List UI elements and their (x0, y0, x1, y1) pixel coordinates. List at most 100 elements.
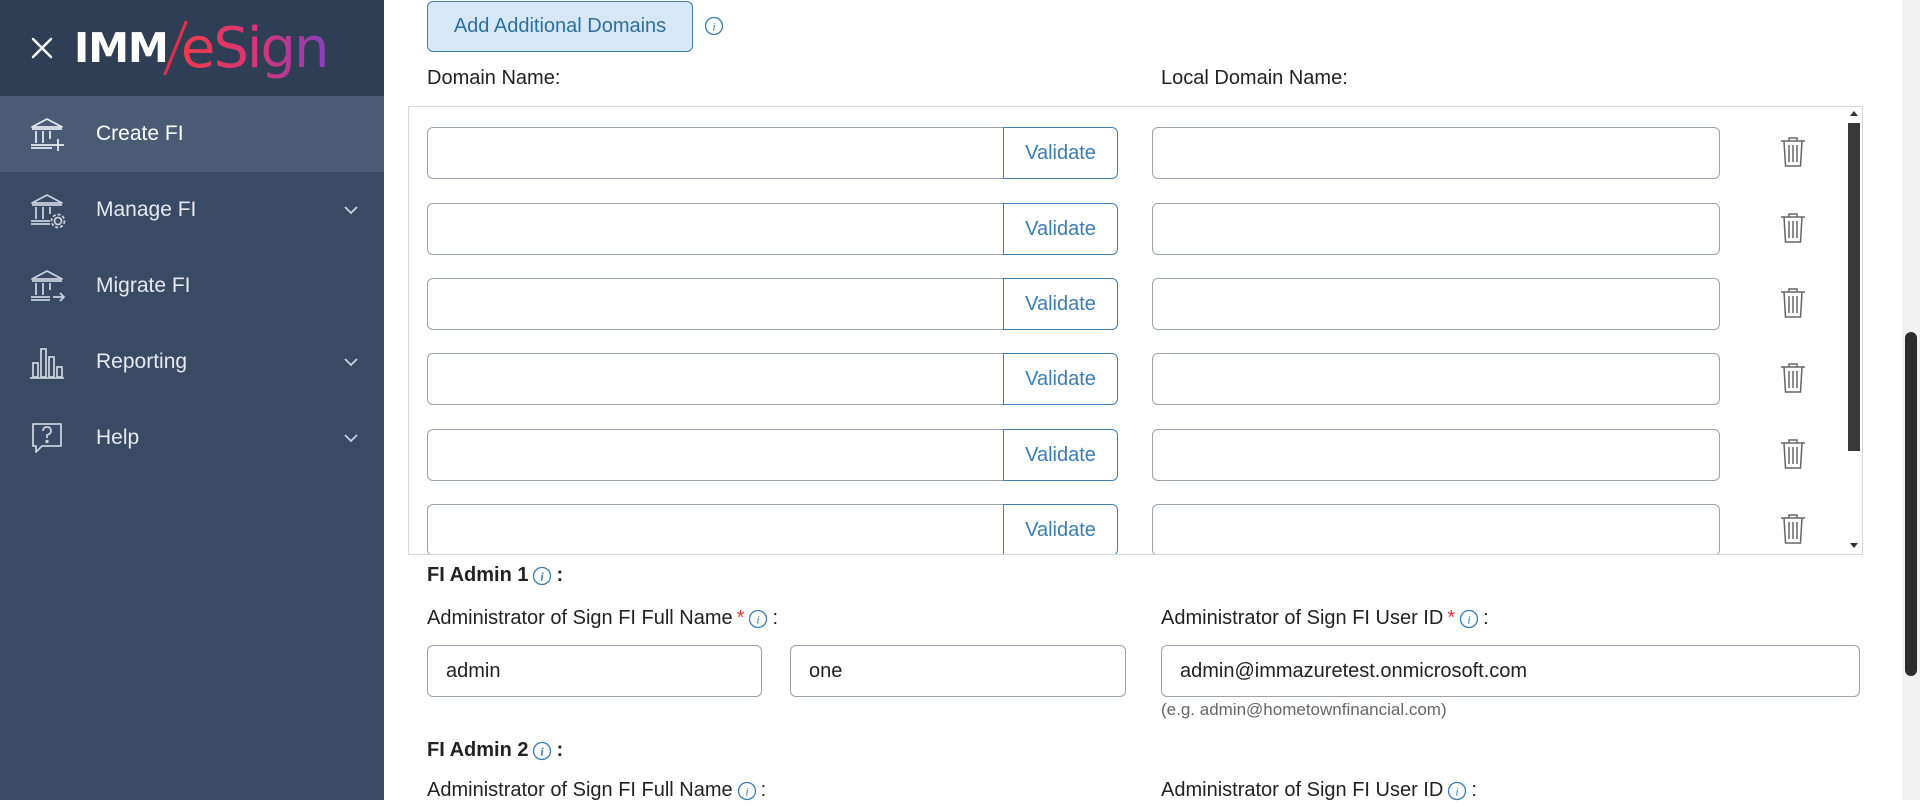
logo-text-esign: eSign (180, 15, 330, 81)
colon: : (556, 739, 564, 761)
domain-name-input[interactable] (427, 127, 1003, 179)
local-domain-name-input[interactable] (1152, 127, 1720, 179)
delete-domain-button[interactable] (1775, 359, 1811, 395)
sidebar-item-label: Reporting (96, 350, 188, 373)
delete-domain-button[interactable] (1775, 435, 1811, 471)
domain-name-input[interactable] (427, 353, 1003, 405)
domain-row: Validate (409, 127, 1839, 179)
svg-text:i: i (541, 744, 545, 758)
svg-text:i: i (712, 20, 715, 34)
delete-domain-button[interactable] (1775, 209, 1811, 245)
admin-1-first-name-input[interactable]: admin (427, 645, 762, 697)
trash-icon (1781, 213, 1805, 243)
sidebar-header: IMM eSign (0, 0, 384, 96)
chevron-down-icon (342, 429, 360, 447)
trash-icon (1781, 439, 1805, 469)
sidebar-item-label: Migrate FI (96, 274, 191, 297)
local-domain-name-input[interactable] (1152, 203, 1720, 255)
domain-row: Validate (409, 429, 1839, 481)
validate-button[interactable]: Validate (1003, 278, 1118, 330)
domain-name-label: Domain Name: (427, 67, 561, 89)
svg-text:i: i (1456, 784, 1459, 798)
sidebar-item-help[interactable]: Help (0, 400, 384, 476)
help-chat-icon (28, 419, 66, 457)
trash-icon (1781, 137, 1805, 167)
label-text: Administrator of Sign FI Full Name (427, 779, 733, 801)
local-domain-name-input[interactable] (1152, 353, 1720, 405)
required-marker: * (1447, 607, 1456, 629)
domain-row: Validate (409, 504, 1839, 554)
validate-button[interactable]: Validate (1003, 353, 1118, 405)
close-icon (31, 37, 53, 59)
svg-text:i: i (757, 612, 760, 626)
svg-text:i: i (745, 784, 748, 798)
required-marker: * (736, 607, 745, 629)
admin-1-user-id-label: Administrator of Sign FI User ID * i : (1161, 607, 1489, 630)
admin-1-last-name-input[interactable]: one (790, 645, 1126, 697)
label-text: Administrator of Sign FI User ID (1161, 779, 1444, 801)
sidebar: IMM eSign Create FI Manage FI Migrate FI… (0, 0, 384, 800)
admin-2-full-name-label: Administrator of Sign FI Full Name i : (427, 779, 766, 802)
scrollbar-thumb[interactable] (1905, 332, 1917, 676)
info-icon[interactable]: i (532, 566, 552, 586)
sidebar-item-label: Manage FI (96, 198, 197, 221)
scroll-down-arrow-icon[interactable] (1850, 543, 1858, 548)
validate-button[interactable]: Validate (1003, 127, 1118, 179)
add-additional-domains-button[interactable]: Add Additional Domains (427, 1, 693, 52)
bank-settings-icon (28, 191, 66, 229)
info-icon[interactable]: i (1447, 781, 1467, 801)
admin-2-user-id-label: Administrator of Sign FI User ID i : (1161, 779, 1477, 802)
domain-list-scrollbar[interactable] (1846, 107, 1862, 554)
admin-1-user-id-input[interactable]: admin@immazuretest.onmicrosoft.com (1161, 645, 1860, 697)
local-domain-name-label: Local Domain Name: (1161, 67, 1348, 89)
domain-name-input[interactable] (427, 203, 1003, 255)
bank-migrate-icon (28, 267, 66, 305)
colon: : (556, 564, 564, 586)
label-text: Administrator of Sign FI Full Name (427, 607, 733, 629)
trash-icon (1781, 363, 1805, 393)
info-icon[interactable]: i (748, 609, 768, 629)
admin-1-full-name-label: Administrator of Sign FI Full Name * i : (427, 607, 778, 630)
domain-name-input[interactable] (427, 504, 1003, 554)
info-icon[interactable]: i (1459, 609, 1479, 629)
sidebar-item-reporting[interactable]: Reporting (0, 324, 384, 400)
domain-row: Validate (409, 203, 1839, 255)
section-title-text: FI Admin 2 (427, 739, 529, 761)
info-icon[interactable]: i (532, 741, 552, 761)
local-domain-name-input[interactable] (1152, 278, 1720, 330)
colon: : (760, 779, 767, 801)
sidebar-item-migrate-fi[interactable]: Migrate FI (0, 248, 384, 324)
scroll-up-arrow-icon[interactable] (1850, 111, 1858, 116)
domain-name-input[interactable] (427, 429, 1003, 481)
colon: : (1471, 779, 1477, 801)
svg-text:i: i (541, 569, 545, 583)
delete-domain-button[interactable] (1775, 133, 1811, 169)
info-icon[interactable]: i (737, 781, 757, 801)
close-menu-button[interactable] (28, 34, 56, 62)
local-domain-name-input[interactable] (1152, 429, 1720, 481)
validate-button[interactable]: Validate (1003, 504, 1118, 554)
info-icon[interactable]: i (704, 16, 724, 36)
scrollbar-thumb[interactable] (1848, 123, 1860, 451)
domain-row: Validate (409, 278, 1839, 330)
label-text: Administrator of Sign FI User ID (1161, 607, 1444, 629)
local-domain-name-input[interactable] (1152, 504, 1720, 554)
delete-domain-button[interactable] (1775, 510, 1811, 546)
sidebar-item-create-fi[interactable]: Create FI (0, 96, 384, 172)
sidebar-item-manage-fi[interactable]: Manage FI (0, 172, 384, 248)
colon: : (1483, 607, 1489, 629)
page-scrollbar[interactable] (1902, 0, 1920, 800)
domain-row: Validate (409, 353, 1839, 405)
sidebar-item-label: Help (96, 426, 140, 449)
section-title-text: FI Admin 1 (427, 564, 529, 586)
svg-text:i: i (1467, 612, 1470, 626)
validate-button[interactable]: Validate (1003, 429, 1118, 481)
domain-name-input[interactable] (427, 278, 1003, 330)
bank-add-icon (28, 115, 66, 153)
validate-button[interactable]: Validate (1003, 203, 1118, 255)
trash-icon (1781, 288, 1805, 318)
delete-domain-button[interactable] (1775, 284, 1811, 320)
chevron-down-icon (342, 201, 360, 219)
fi-admin-2-heading: FI Admin 2 i : (427, 739, 563, 762)
bar-chart-icon (28, 343, 66, 381)
